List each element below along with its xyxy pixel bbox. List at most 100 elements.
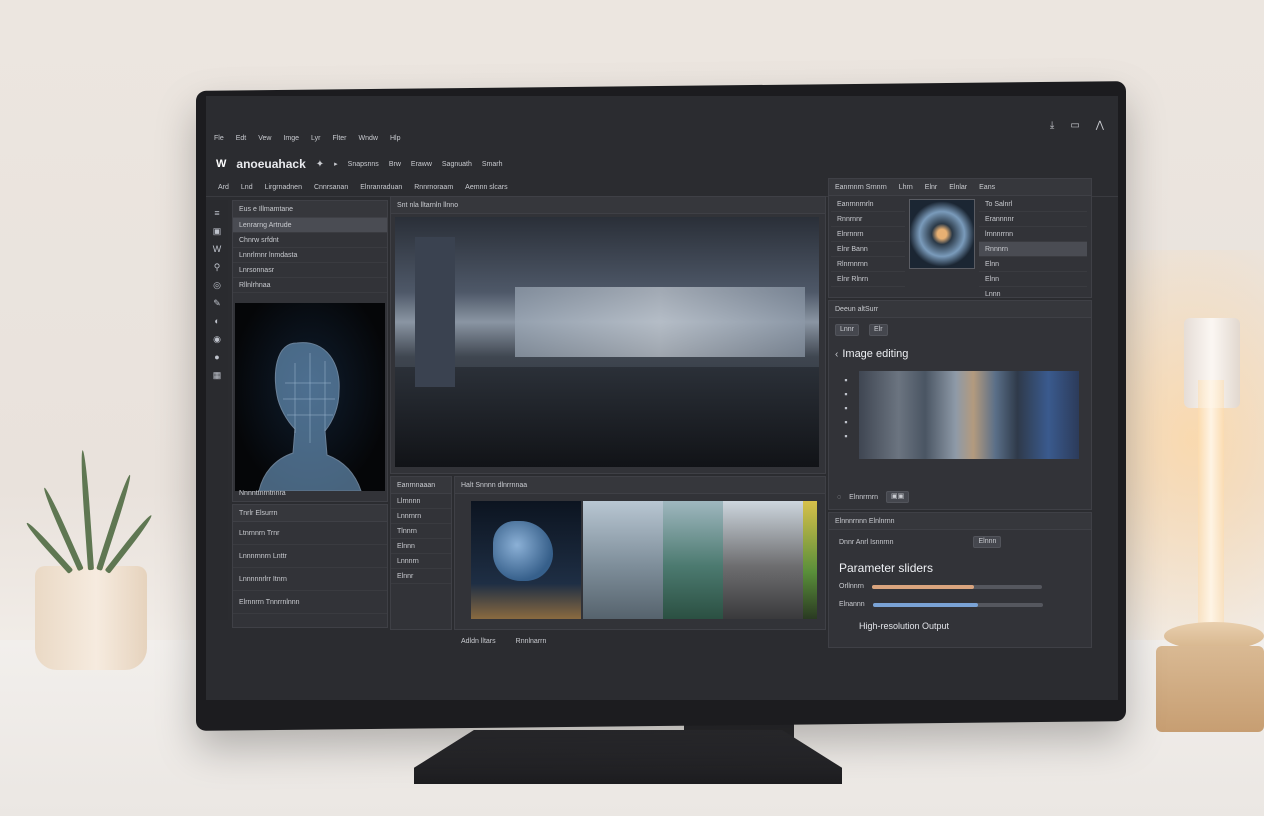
toolbar-item[interactable]: Ard <box>218 184 229 191</box>
tab-1[interactable]: Eanrnnrn Srnnrn <box>835 184 887 191</box>
filmstrip-footer-left[interactable]: Adldn lltars <box>461 638 496 645</box>
menu-item-window[interactable]: Wndw <box>359 135 378 142</box>
toolbar-item[interactable]: Aemnn slcars <box>465 184 507 191</box>
menu-item-file[interactable]: Fle <box>214 135 224 142</box>
tool-icon[interactable]: ▪ <box>840 417 852 427</box>
asset-row[interactable]: Elnnr <box>391 569 451 584</box>
layer-row[interactable]: Elrnnrrn Tnnrrnlnnn <box>233 591 387 614</box>
layer-label: Lnnnrnnrn Lnttr <box>239 552 287 560</box>
menu-item-filter[interactable]: Flter <box>333 135 347 142</box>
prop-row[interactable]: Rnnnrn <box>979 242 1087 257</box>
title-item[interactable]: Snapsnns <box>348 161 379 168</box>
title-item[interactable]: Eraww <box>411 161 432 168</box>
wand-tool-icon[interactable]: ⚲ <box>211 262 223 272</box>
tool-icon[interactable]: ▪ <box>840 389 852 399</box>
right-bottom-title: Elnnnrnnn Elnlnrnn <box>835 517 895 525</box>
center-viewer-title: Snt nla lltarnln llnno <box>397 201 459 209</box>
footer-button[interactable]: ▣▣ <box>885 491 910 503</box>
head-preview <box>235 303 385 492</box>
hand-tool-icon[interactable]: ◐ <box>211 316 223 326</box>
title-item[interactable]: Smarh <box>482 161 503 168</box>
prop-label: Erannnnr <box>985 215 1014 223</box>
prop-row[interactable]: To Salnrl <box>979 197 1087 212</box>
tab-4[interactable]: Elnlar <box>949 184 967 191</box>
left-panel-row[interactable]: Lnrsonnasr <box>233 263 387 278</box>
select-tool-icon[interactable]: ▣ <box>211 226 223 236</box>
right-top-item[interactable]: Elnr Rlnrn <box>831 272 905 287</box>
toolbar-item[interactable]: Lirgrnadnen <box>265 184 302 191</box>
tab-5[interactable]: Eans <box>979 184 995 191</box>
menu-item-edit[interactable]: Edt <box>236 135 247 142</box>
asset-label: Elnnr <box>397 572 414 580</box>
layer-row[interactable]: Ltnrnnrn Trnr <box>233 522 387 545</box>
left-panel-row[interactable]: Chnrw srfdnt <box>233 233 387 248</box>
thumb-coast[interactable] <box>583 501 663 619</box>
asset-row[interactable]: Lnnnrn <box>391 554 451 569</box>
asset-row[interactable]: Elnnn <box>391 539 451 554</box>
left-panel-row-selected[interactable]: Lenrarng Artrude <box>233 218 387 233</box>
right-top-item[interactable]: Rnnrnnr <box>831 212 905 227</box>
tool-icon[interactable]: ▪ <box>840 431 852 441</box>
menu-item-help[interactable]: Hlp <box>390 135 401 142</box>
tab-2[interactable]: Lhrn <box>899 184 913 191</box>
title-item[interactable]: Brw <box>389 161 401 168</box>
opacity-slider[interactable] <box>871 584 1042 589</box>
color-tool-icon[interactable]: ● <box>211 352 223 362</box>
left-panel-row-label: Chnrw srfdnt <box>239 236 279 244</box>
mode-dropdown[interactable]: Lnnr <box>835 324 860 336</box>
center-viewer-header: Snt nla lltarnln llnno <box>391 197 825 214</box>
menu-item-image[interactable]: Imge <box>283 135 299 142</box>
prop-row[interactable]: Elnn <box>979 257 1087 272</box>
prop-label: To Salnrl <box>985 200 1013 208</box>
right-top-item[interactable]: Elnr Bann <box>831 242 905 257</box>
asset-row[interactable]: Tlnnrn <box>391 524 451 539</box>
thumb-rocky-peak[interactable] <box>723 501 803 619</box>
asset-row[interactable]: Llrnnnn <box>391 494 451 509</box>
asset-row[interactable]: Lnnrnrn <box>391 509 451 524</box>
thumb-mountain[interactable] <box>663 501 723 619</box>
lamp-base <box>1156 646 1264 732</box>
tab-3[interactable]: Elnr <box>925 184 937 191</box>
toolbar-item[interactable]: Elnranraduan <box>360 184 402 191</box>
eraser-tool-icon[interactable]: ✎ <box>211 298 223 308</box>
toolbar-item[interactable]: Rnnrnoraam <box>414 184 453 191</box>
menu-item-layer[interactable]: Lyr <box>311 135 320 142</box>
prop-row[interactable]: Elnn <box>979 272 1087 287</box>
tool-icon[interactable]: ▪ <box>840 375 852 385</box>
chevron-left-icon[interactable]: ‹ <box>835 349 838 360</box>
crop-tool-icon[interactable]: ◎ <box>211 280 223 290</box>
tool-icon[interactable]: ▪ <box>840 403 852 413</box>
grid-tool-icon[interactable]: ▦ <box>211 370 223 380</box>
left-panel-row[interactable]: Rllnlrhnaa <box>233 278 387 293</box>
plant-pot <box>35 566 147 670</box>
thumb-glass-sculpture[interactable] <box>471 501 581 619</box>
layer-row[interactable]: Lnnnnnrlrr Itnrn <box>233 568 387 591</box>
sparkle-icon[interactable]: ✦ <box>316 159 324 170</box>
asset-label: Lnnrnrn <box>397 512 422 520</box>
title-bar: W anoeuahack ✦ ▸ Snapsnns Brw Eraww Sagn… <box>206 152 1118 176</box>
asset-label: Lnnnrn <box>397 557 419 565</box>
layer-row[interactable]: Lnnnrnnrn Lnttr <box>233 545 387 568</box>
prop-label: lrnnnrrnn <box>985 230 1014 238</box>
move-tool-icon[interactable]: ≡ <box>211 208 223 218</box>
zoom-tool-icon[interactable]: ◉ <box>211 334 223 344</box>
window-band <box>515 287 805 357</box>
toolbar-item[interactable]: Cnnrsanan <box>314 184 348 191</box>
saturation-slider[interactable] <box>872 602 1043 607</box>
prop-row[interactable]: lrnnnrrnn <box>979 227 1087 242</box>
brush-tool-icon[interactable]: W <box>211 244 223 254</box>
search-field[interactable]: Elr <box>869 324 888 336</box>
office-render-image <box>395 217 819 467</box>
toolbar-item[interactable]: Lnd <box>241 184 253 191</box>
prop-row[interactable]: Erannnnr <box>979 212 1087 227</box>
filmstrip-footer-right[interactable]: Rnnlnarrn <box>516 638 547 645</box>
right-top-item[interactable]: Eanrnnrnrln <box>831 197 905 212</box>
left-panel-row[interactable]: Lnnrlrnnr lnmdasta <box>233 248 387 263</box>
arrow-icon[interactable]: ▸ <box>334 160 338 168</box>
right-top-item[interactable]: Elnrnnrn <box>831 227 905 242</box>
title-item[interactable]: Sagnuath <box>442 161 472 168</box>
right-top-item[interactable]: Rlnrnnrnn <box>831 257 905 272</box>
right-bottom-button[interactable]: Elnnn <box>973 536 1002 548</box>
footer-icon[interactable]: ◌ <box>837 494 841 501</box>
menu-item-view[interactable]: Vew <box>258 135 271 142</box>
